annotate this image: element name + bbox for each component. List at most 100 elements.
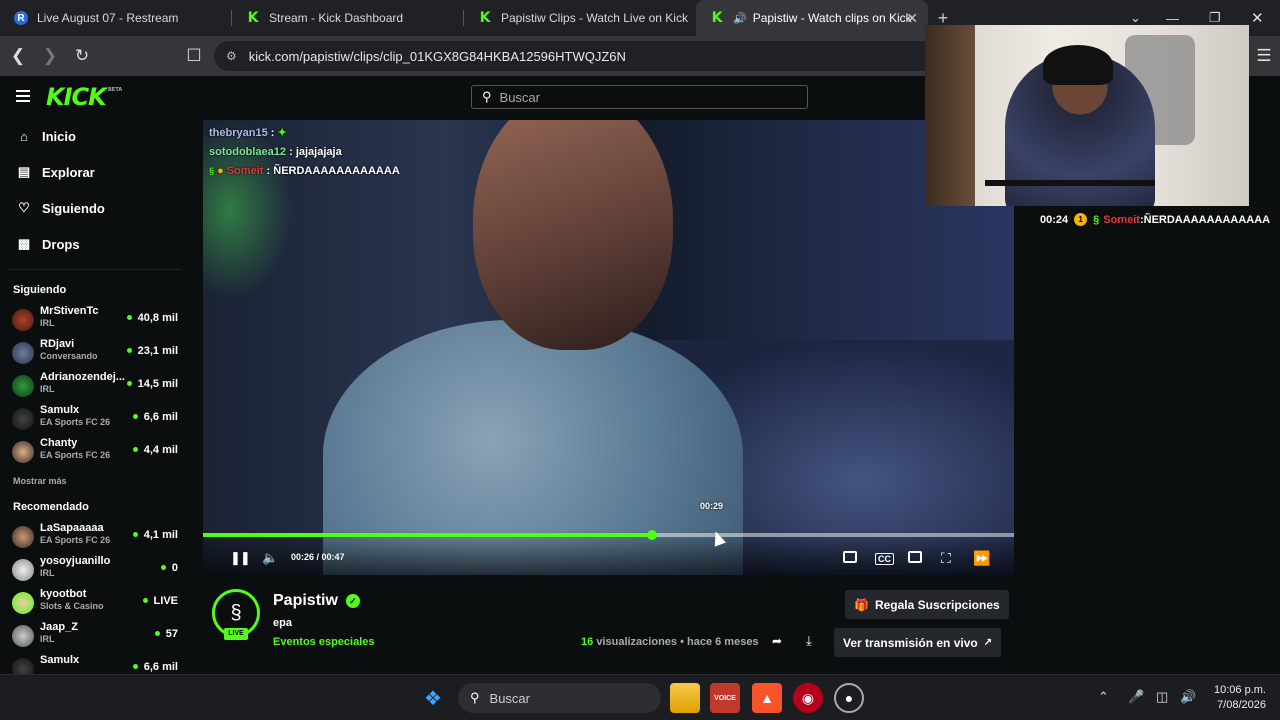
microphone-icon[interactable]: 🎤 — [1128, 689, 1144, 705]
channel-item[interactable]: Chanty EA Sports FC 26 4,4 mil — [0, 434, 190, 467]
search-input[interactable]: ⚲ Buscar — [471, 85, 808, 109]
channel-item[interactable]: yosoyjuanillo IRL 0 — [0, 552, 190, 585]
sidebar-item-label: Explorar — [42, 164, 95, 180]
reload-icon[interactable]: ↻ — [68, 46, 96, 66]
chat-message: § ● Someit : ÑERDAAAAAAAAAAAA — [209, 165, 400, 177]
clock-time: 10:06 p.m. — [1214, 684, 1266, 696]
watch-live-button[interactable]: Ver transmisión en vivo ↗ — [834, 628, 1002, 657]
logo-text: KICK — [46, 83, 107, 111]
search-icon: ⚲ — [482, 89, 492, 104]
site-info-icon[interactable]: ⚙ — [226, 49, 237, 63]
volume-icon[interactable]: 🔊 — [1180, 689, 1196, 705]
search-placeholder: Buscar — [499, 89, 540, 105]
channel-item[interactable]: Adrianozendej... IRL 14,5 mil — [0, 368, 190, 401]
channel-name: Samulx — [40, 654, 80, 666]
channel-name[interactable]: Papistiw ✓ — [273, 592, 360, 610]
download-icon[interactable]: ⤓ — [806, 633, 812, 649]
video-player[interactable]: thebryan15 : ✦ sotodoblaea12 : jajajajaj… — [203, 120, 1014, 575]
channel-item[interactable]: LaSapaaaaa EA Sports FC 26 4,1 mil — [0, 519, 190, 552]
stream-info: § LIVE Papistiw ✓ epa Eventos especiales… — [203, 585, 1014, 675]
avatar — [12, 592, 34, 614]
category-link[interactable]: Eventos especiales — [273, 636, 375, 648]
sidebar-item-label: Siguiendo — [42, 200, 105, 216]
brave-browser-icon[interactable]: ▲ — [752, 683, 782, 713]
app-icon[interactable]: ◉ — [793, 683, 823, 713]
kick-icon: K — [479, 10, 491, 26]
kick-logo[interactable]: KICK BETA — [46, 83, 122, 111]
pause-icon[interactable]: ❚❚ — [230, 550, 251, 566]
menu-icon[interactable]: ☰ — [1250, 46, 1278, 66]
browser-tab-kick-dashboard[interactable]: K Stream - Kick Dashboard — [232, 0, 464, 36]
channel-item[interactable]: Jaap_Z IRL 57 — [0, 618, 190, 651]
network-icon[interactable]: ◫ — [1156, 689, 1168, 705]
back-icon[interactable]: ❮ — [4, 46, 32, 66]
channel-name: Samulx — [40, 404, 80, 416]
recommended-heading: Recomendado — [13, 501, 89, 513]
kick-icon: K — [247, 10, 259, 26]
sidebar-item-explorar[interactable]: ▤ Explorar — [0, 154, 190, 190]
search-icon: ⚲ — [470, 690, 480, 705]
speaker-icon[interactable]: 🔊 — [733, 12, 747, 25]
tab-title: Stream - Kick Dashboard — [269, 11, 404, 25]
channel-name: kyootbot — [40, 588, 87, 600]
viewer-count: 23,1 mil — [127, 345, 178, 357]
taskbar-search[interactable]: ⚲ Buscar — [458, 683, 661, 713]
views-label: visualizaciones — [596, 636, 678, 648]
bookmark-icon[interactable]: ☐ — [180, 46, 208, 66]
tab-title: Papistiw Clips - Watch Live on Kick — [501, 11, 688, 25]
hamburger-menu-icon[interactable] — [16, 90, 30, 102]
browse-icon: ▤ — [17, 164, 31, 179]
channel-item[interactable]: Samulx 6,6 mil — [0, 651, 190, 674]
voicemeeter-icon[interactable]: VOICE — [710, 683, 740, 713]
seek-hover-time: 00:29 — [700, 501, 724, 511]
windows-start-icon[interactable]: ❖ — [418, 683, 448, 713]
channel-item[interactable]: MrStivenTc IRL 40,8 mil — [0, 302, 190, 335]
view-count: 16 visualizaciones • hace 6 meses — [581, 636, 759, 648]
webcam-mic-arm — [985, 180, 1155, 186]
channel-name: Jaap_Z — [40, 621, 78, 633]
chat-text: ÑERDAAAAAAAAAAAA — [273, 165, 400, 177]
captions-icon[interactable]: CC — [875, 553, 894, 565]
sidebar-item-drops[interactable]: ▩ Drops — [0, 226, 190, 262]
divider — [8, 269, 182, 270]
sidebar-item-siguiendo[interactable]: ♡ Siguiendo — [0, 190, 190, 226]
tray-overflow-icon[interactable]: ⌃ — [1098, 689, 1109, 705]
avatar — [12, 309, 34, 331]
sidebar-item-inicio[interactable]: ⌂ Inicio — [0, 118, 190, 154]
channel-item[interactable]: RDjavi Conversando 23,1 mil — [0, 335, 190, 368]
close-window-button[interactable]: ✕ — [1251, 0, 1264, 36]
browser-tab-papistiw-clips[interactable]: K Papistiw Clips - Watch Live on Kick — [464, 0, 696, 36]
browser-tab-restream[interactable]: R Live August 07 - Restream — [0, 0, 232, 36]
obs-icon[interactable]: ● — [834, 683, 864, 713]
channel-name: Chanty — [40, 437, 78, 449]
viewer-count: 40,8 mil — [127, 312, 178, 324]
channel-name-text: Papistiw — [273, 592, 338, 609]
file-explorer-icon[interactable] — [670, 683, 700, 713]
clock-date: 7/08/2026 — [1217, 699, 1266, 711]
show-more-link[interactable]: Mostrar más — [0, 467, 190, 491]
share-icon[interactable]: ➦ — [772, 634, 782, 648]
avatar — [12, 559, 34, 581]
viewer-count: 57 — [155, 628, 178, 640]
channel-item[interactable]: Samulx EA Sports FC 26 6,6 mil — [0, 401, 190, 434]
theater-mode-icon[interactable] — [908, 551, 922, 563]
viewer-count: 6,6 mil — [133, 661, 178, 673]
volume-icon[interactable]: 🔈 — [262, 550, 278, 566]
channel-name: MrStivenTc — [40, 305, 99, 317]
channel-item[interactable]: kyootbot Slots & Casino LIVE — [0, 585, 190, 618]
forward-icon[interactable]: ❯ — [36, 46, 64, 66]
gift-subscriptions-button[interactable]: 🎁 Regala Suscripciones — [845, 590, 1009, 619]
browser-tab-papistiw-watch[interactable]: K 🔊 Papistiw - Watch clips on Kick ✕ — [696, 0, 928, 36]
avatar — [12, 342, 34, 364]
avatar — [12, 441, 34, 463]
chat-time: 00:24 — [1040, 213, 1069, 226]
fullscreen-icon[interactable]: ⛶ — [941, 550, 951, 567]
address-bar[interactable]: ⚙ kick.com/papistiw/clips/clip_01KGX8G84… — [214, 41, 954, 71]
seek-handle[interactable] — [646, 530, 657, 540]
system-clock[interactable]: 10:06 p.m. 7/08/2026 — [1214, 683, 1266, 713]
replay-icon[interactable]: ⏩ — [973, 550, 990, 567]
miniplayer-icon[interactable] — [843, 551, 857, 563]
chat-user: Someit — [1103, 213, 1140, 226]
seek-bar[interactable] — [203, 530, 1014, 540]
close-tab-icon[interactable]: ✕ — [906, 10, 918, 27]
